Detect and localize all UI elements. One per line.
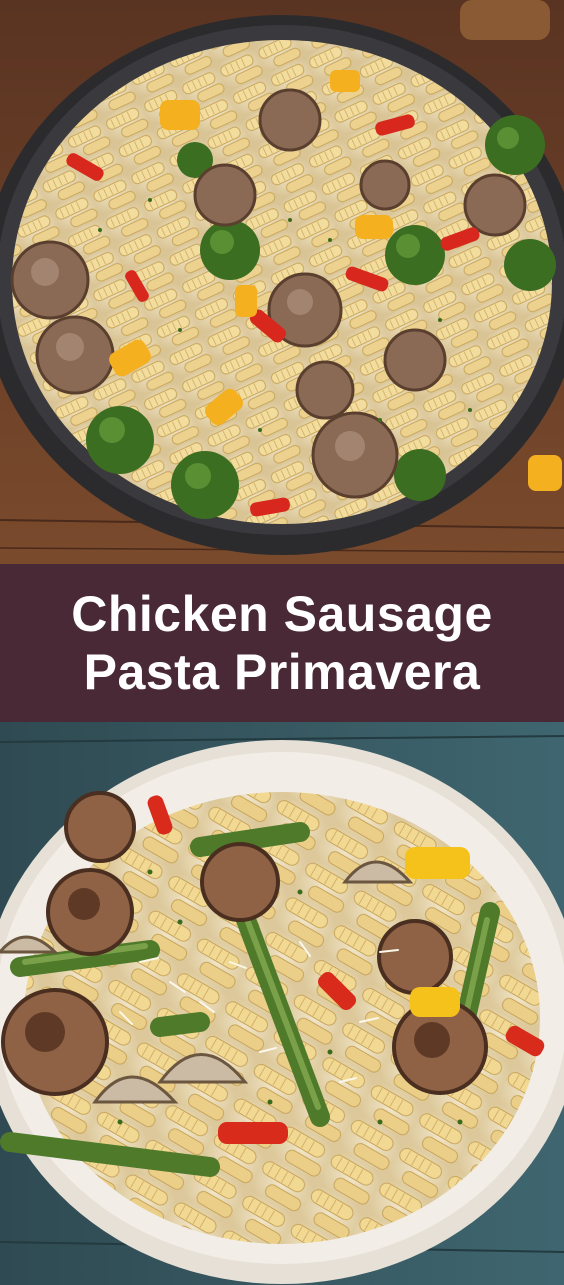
- recipe-pin: Chicken Sausage Pasta Primavera: [0, 0, 564, 1285]
- title-banner: Chicken Sausage Pasta Primavera: [0, 564, 564, 722]
- recipe-title-line-2: Pasta Primavera: [83, 644, 481, 700]
- recipe-title-line-1: Chicken Sausage: [71, 586, 493, 642]
- bowl-pasta-photo: [0, 722, 564, 1285]
- skillet-pasta-photo: [0, 0, 564, 564]
